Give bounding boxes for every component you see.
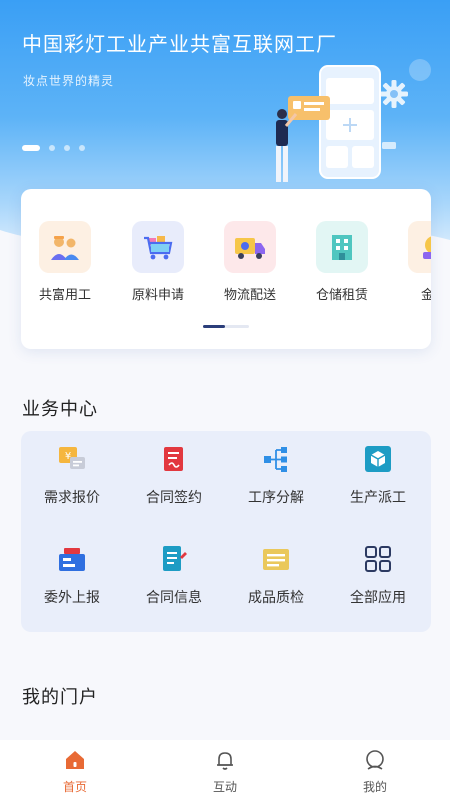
biz-item-label: 委外上报	[44, 590, 100, 606]
biz-item-label: 需求报价	[44, 490, 100, 506]
biz-item-outsource[interactable]: 委外上报	[27, 543, 117, 607]
tab-label: 我的	[362, 780, 387, 794]
biz-item-quality[interactable]: 成品质检	[231, 543, 321, 607]
scroll-indicator	[203, 325, 249, 328]
quick-item-label: 共富用工	[38, 288, 91, 303]
contract-info-icon	[158, 543, 190, 575]
workers-icon	[39, 221, 91, 273]
contract-sign-icon	[158, 443, 190, 475]
biz-item-quote[interactable]: ¥ 需求报价	[27, 443, 117, 507]
home-icon	[66, 751, 84, 769]
biz-item-contract-info[interactable]: 合同信息	[129, 543, 219, 607]
biz-item-contract-sign[interactable]: 合同签约	[129, 443, 219, 507]
quick-item-finance[interactable]: 金融	[404, 221, 431, 303]
grid-apps-icon	[362, 543, 394, 575]
warehouse-icon	[316, 221, 368, 273]
quote-icon: ¥	[56, 443, 88, 475]
tab-label: 首页	[62, 780, 87, 794]
business-section-title: 业务中心	[22, 399, 98, 420]
truck-icon	[224, 221, 276, 273]
finance-icon	[408, 221, 431, 273]
carousel-dot[interactable]	[49, 145, 55, 151]
quick-item-materials[interactable]: 原料申请	[128, 221, 188, 303]
business-card: ¥ 需求报价 合同签约 工序分解 生产派工 委外上报 合同信息 成品质检 全部应…	[21, 431, 431, 632]
carousel-dots[interactable]	[22, 145, 85, 151]
tab-profile[interactable]: 我的	[345, 748, 405, 795]
quality-check-icon	[260, 543, 292, 575]
biz-item-label: 全部应用	[350, 590, 406, 606]
quick-item-label: 金融	[420, 288, 431, 303]
banner-subtitle: 妆点世界的精灵	[23, 74, 115, 88]
scroll-indicator-fill	[203, 325, 225, 328]
quick-item-label: 物流配送	[223, 288, 276, 303]
cart-icon	[132, 221, 184, 273]
quick-access-card[interactable]: 共富用工 原料申请 物流配送 仓储租赁 金	[21, 189, 431, 349]
quick-item-label: 仓储租赁	[315, 288, 368, 303]
tab-home[interactable]: 首页	[45, 748, 105, 795]
biz-item-label: 合同签约	[146, 490, 202, 506]
banner-illustration	[276, 59, 431, 182]
production-cube-icon	[362, 443, 394, 475]
profile-icon	[366, 750, 384, 770]
biz-item-label: 成品质检	[248, 590, 304, 606]
quick-item-warehouse[interactable]: 仓储租赁	[312, 221, 372, 303]
carousel-dot[interactable]	[79, 145, 85, 151]
banner-title: 中国彩灯工业产业共富互联网工厂	[22, 32, 337, 56]
quick-item-workers[interactable]: 共富用工	[35, 221, 95, 303]
tab-label: 互动	[212, 780, 237, 794]
biz-item-label: 工序分解	[248, 490, 304, 506]
process-tree-icon	[260, 443, 292, 475]
carousel-dot-active[interactable]	[22, 145, 40, 151]
quick-item-label: 原料申请	[131, 288, 184, 303]
biz-item-all-apps[interactable]: 全部应用	[333, 543, 423, 607]
bell-icon	[217, 752, 233, 770]
biz-item-production[interactable]: 生产派工	[333, 443, 423, 507]
biz-item-label: 合同信息	[146, 590, 202, 606]
quick-item-logistics[interactable]: 物流配送	[220, 221, 280, 303]
biz-item-process[interactable]: 工序分解	[231, 443, 321, 507]
biz-item-label: 生产派工	[350, 490, 406, 506]
bottom-tab-bar: 首页 互动 我的	[0, 740, 450, 800]
portal-section-title: 我的门户	[22, 687, 98, 708]
tab-interaction[interactable]: 互动	[195, 748, 255, 795]
outsource-icon	[56, 543, 88, 575]
carousel-dot[interactable]	[64, 145, 70, 151]
